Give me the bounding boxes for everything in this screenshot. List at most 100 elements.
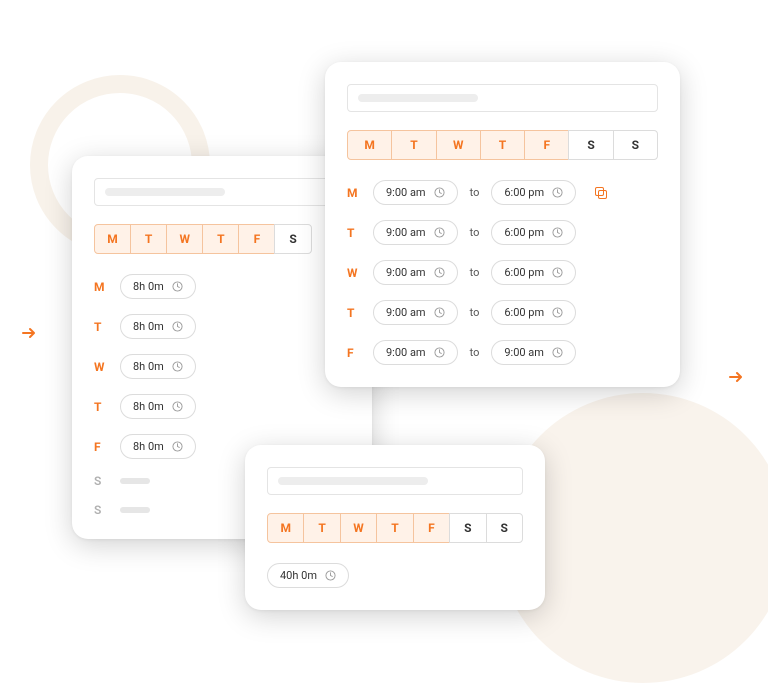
- day-toggle-w[interactable]: W: [436, 130, 481, 160]
- day-selector: M T W T F S: [94, 224, 312, 254]
- day-label: W: [347, 266, 361, 280]
- arrow-right-icon: [729, 370, 743, 384]
- day-toggle-m[interactable]: M: [94, 224, 131, 254]
- input-placeholder: [278, 477, 428, 485]
- hours-input[interactable]: 8h 0m: [120, 394, 196, 419]
- total-hours-card: M T W T F S S 40h 0m: [245, 445, 545, 610]
- inactive-indicator: [120, 478, 150, 484]
- clock-icon: [552, 307, 563, 318]
- time-value: 9:00 am: [386, 346, 426, 359]
- range-row: F 9:00 am to 9:00 am: [347, 340, 658, 365]
- day-selector: M T W T F S S: [267, 513, 523, 543]
- time-range-card: M T W T F S S M 9:00 am to 6:00 pm: [325, 62, 680, 387]
- hours-value: 8h 0m: [133, 280, 164, 293]
- time-value: 9:00 am: [386, 266, 426, 279]
- day-toggle-m[interactable]: M: [267, 513, 304, 543]
- to-label: to: [470, 266, 480, 279]
- clock-icon: [434, 307, 445, 318]
- range-row: W 9:00 am to 6:00 pm: [347, 260, 658, 285]
- clock-icon: [552, 187, 563, 198]
- clock-icon: [552, 267, 563, 278]
- hours-input[interactable]: 8h 0m: [120, 314, 196, 339]
- hours-value: 8h 0m: [133, 320, 164, 333]
- day-toggle-f[interactable]: F: [524, 130, 569, 160]
- day-toggle-t[interactable]: T: [130, 224, 167, 254]
- time-value: 6:00 pm: [504, 266, 544, 279]
- day-toggle-f[interactable]: F: [238, 224, 275, 254]
- input-placeholder: [358, 94, 478, 102]
- start-time-input[interactable]: 9:00 am: [373, 300, 458, 325]
- to-label: to: [470, 226, 480, 239]
- day-toggle-w[interactable]: W: [340, 513, 377, 543]
- day-label: T: [347, 306, 361, 320]
- day-label: W: [94, 360, 108, 374]
- clock-icon: [434, 187, 445, 198]
- hours-value: 8h 0m: [133, 400, 164, 413]
- day-label: T: [94, 320, 108, 334]
- day-toggle-t[interactable]: T: [303, 513, 340, 543]
- day-label: F: [347, 346, 361, 360]
- clock-icon: [325, 570, 336, 581]
- day-toggle-t2[interactable]: T: [202, 224, 239, 254]
- day-toggle-s[interactable]: S: [449, 513, 486, 543]
- to-label: to: [470, 186, 480, 199]
- to-label: to: [470, 346, 480, 359]
- clock-icon: [434, 267, 445, 278]
- search-input[interactable]: [347, 84, 658, 112]
- end-time-input[interactable]: 6:00 pm: [491, 220, 576, 245]
- total-hours-input[interactable]: 40h 0m: [267, 563, 349, 588]
- hours-input[interactable]: 8h 0m: [120, 434, 196, 459]
- end-time-input[interactable]: 6:00 pm: [491, 260, 576, 285]
- start-time-input[interactable]: 9:00 am: [373, 260, 458, 285]
- time-value: 9:00 am: [386, 306, 426, 319]
- day-toggle-f[interactable]: F: [413, 513, 450, 543]
- hours-row: M 8h 0m: [94, 274, 350, 299]
- hours-input[interactable]: 8h 0m: [120, 274, 196, 299]
- time-value: 6:00 pm: [504, 306, 544, 319]
- input-placeholder: [105, 188, 225, 196]
- start-time-input[interactable]: 9:00 am: [373, 340, 458, 365]
- day-selector: M T W T F S S: [347, 130, 658, 160]
- day-toggle-s[interactable]: S: [274, 224, 311, 254]
- day-toggle-t2[interactable]: T: [480, 130, 525, 160]
- range-row: T 9:00 am to 6:00 pm: [347, 300, 658, 325]
- end-time-input[interactable]: 6:00 pm: [491, 300, 576, 325]
- search-input[interactable]: [267, 467, 523, 495]
- clock-icon: [552, 227, 563, 238]
- range-row: M 9:00 am to 6:00 pm: [347, 180, 658, 205]
- inactive-indicator: [120, 507, 150, 513]
- start-time-input[interactable]: 9:00 am: [373, 180, 458, 205]
- time-value: 9:00 am: [504, 346, 544, 359]
- end-time-input[interactable]: 9:00 am: [491, 340, 576, 365]
- end-time-input[interactable]: 6:00 pm: [491, 180, 576, 205]
- hours-value: 8h 0m: [133, 360, 164, 373]
- time-value: 9:00 am: [386, 186, 426, 199]
- day-toggle-s[interactable]: S: [568, 130, 613, 160]
- day-label: S: [94, 474, 108, 488]
- clock-icon: [552, 347, 563, 358]
- clock-icon: [172, 321, 183, 332]
- clock-icon: [172, 281, 183, 292]
- day-label: T: [94, 400, 108, 414]
- day-label: F: [94, 440, 108, 454]
- range-row: T 9:00 am to 6:00 pm: [347, 220, 658, 245]
- day-toggle-s2[interactable]: S: [613, 130, 658, 160]
- day-toggle-w[interactable]: W: [166, 224, 203, 254]
- hours-row: T 8h 0m: [94, 394, 350, 419]
- copy-icon[interactable]: [592, 184, 610, 202]
- search-input[interactable]: [94, 178, 350, 206]
- to-label: to: [470, 306, 480, 319]
- day-label: S: [94, 503, 108, 517]
- day-toggle-t[interactable]: T: [391, 130, 436, 160]
- day-label: T: [347, 226, 361, 240]
- day-toggle-s2[interactable]: S: [486, 513, 523, 543]
- day-toggle-m[interactable]: M: [347, 130, 392, 160]
- start-time-input[interactable]: 9:00 am: [373, 220, 458, 245]
- time-value: 6:00 pm: [504, 186, 544, 199]
- hours-value: 8h 0m: [133, 440, 164, 453]
- total-hours-value: 40h 0m: [280, 569, 317, 582]
- hours-row: W 8h 0m: [94, 354, 350, 379]
- day-toggle-t2[interactable]: T: [376, 513, 413, 543]
- clock-icon: [172, 401, 183, 412]
- hours-input[interactable]: 8h 0m: [120, 354, 196, 379]
